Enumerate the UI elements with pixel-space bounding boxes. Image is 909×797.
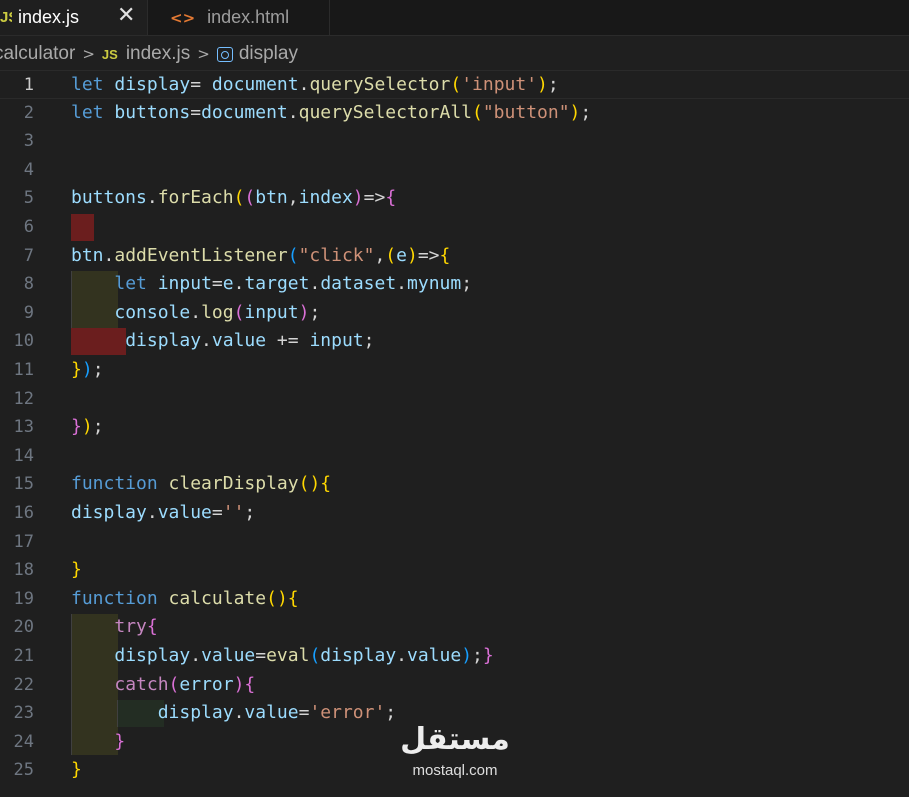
js-file-icon: JS — [0, 9, 12, 26]
tab-label: index.html — [207, 7, 290, 27]
code-text: function clearDisplay(){ — [71, 473, 332, 495]
code-text: buttons.forEach((btn,index)=>{ — [71, 187, 397, 209]
line-number: 11 — [13, 360, 34, 380]
html-file-icon: <> — [170, 8, 196, 27]
code-line[interactable]: 2 let buttons=document.querySelectorAll("… — [0, 99, 909, 128]
code-editor[interactable]: 1 let display= document.querySelector('in… — [0, 70, 909, 797]
code-text: }); — [71, 416, 104, 438]
line-number: 9 — [23, 302, 34, 323]
code-line[interactable]: 9 console.log(input); — [0, 299, 909, 328]
code-line[interactable]: 6 — [0, 213, 909, 242]
line-number: 25 — [13, 760, 34, 781]
line-number: 12 — [13, 388, 34, 409]
code-text: display.value=''; — [71, 502, 256, 523]
breadcrumb-symbol[interactable]: display — [239, 43, 298, 65]
code-line[interactable]: 17 — [0, 528, 909, 557]
code-line[interactable]: 3 — [0, 127, 909, 156]
code-line[interactable]: 16 display.value=''; — [0, 499, 909, 528]
chevron-right-icon: > — [197, 45, 210, 63]
line-number: 23 — [13, 703, 34, 724]
variable-symbol-icon — [216, 46, 233, 62]
line-number: 21 — [13, 646, 34, 666]
line-number: 6 — [23, 217, 34, 237]
code-text: function calculate(){ — [71, 587, 299, 609]
line-number: 18 — [13, 560, 34, 581]
code-text: display.value=eval(display.value);} — [114, 645, 494, 666]
tab-index-html[interactable]: <> index.html — [148, 0, 330, 35]
tab-label: index.js — [18, 7, 80, 27]
code-text: btn.addEventListener("click",(e)=>{ — [71, 244, 451, 266]
code-text: display.value += input; — [125, 330, 375, 352]
line-number: 10 — [13, 331, 34, 352]
close-icon[interactable]: ✕ — [117, 3, 135, 28]
line-number: 5 — [23, 188, 34, 209]
code-line[interactable]: 1 let display= document.querySelector('in… — [0, 70, 909, 99]
code-line[interactable]: 5 buttons.forEach((btn,index)=>{ — [0, 184, 909, 213]
code-text: console.log(input); — [114, 301, 321, 323]
watermark-logo: مستقل mostaql.com — [398, 722, 512, 782]
watermark-latin: mostaql.com — [412, 762, 498, 779]
code-line[interactable]: 14 — [0, 442, 909, 471]
code-text: } — [71, 559, 82, 581]
line-number: 16 — [13, 503, 34, 523]
line-number: 24 — [13, 731, 34, 752]
code-line[interactable]: 13}); — [0, 413, 909, 442]
code-text: try{ — [114, 616, 158, 638]
line-number: 4 — [23, 159, 34, 180]
code-text: }); — [71, 359, 104, 380]
line-number: 20 — [13, 617, 34, 638]
code-text: display.value='error'; — [157, 702, 397, 724]
watermark-arabic: مستقل — [400, 722, 510, 757]
breadcrumb: calculator > JS index.js > display — [0, 36, 909, 72]
tab-index-js[interactable]: JS index.js ✕ — [0, 0, 148, 35]
code-line[interactable]: 19 function calculate(){ — [0, 585, 909, 614]
code-text: let display= document.querySelector('inp… — [71, 74, 559, 95]
code-text: } — [71, 759, 82, 781]
code-line[interactable]: 4 — [0, 156, 909, 185]
line-number: 1 — [23, 75, 34, 95]
code-line[interactable]: 12 — [0, 385, 909, 414]
code-text: let input=e.target.dataset.mynum; — [114, 273, 473, 295]
code-line[interactable]: 22 catch(error){ — [0, 671, 909, 700]
line-number: 14 — [13, 445, 34, 466]
js-file-icon: JS — [101, 46, 118, 62]
line-number: 8 — [23, 274, 34, 295]
line-number: 15 — [13, 474, 34, 495]
code-line[interactable]: 18} — [0, 556, 909, 585]
line-number: 19 — [13, 588, 34, 609]
code-line[interactable]: 11}); — [0, 356, 909, 385]
line-number: 2 — [23, 102, 34, 123]
code-line[interactable]: 10 display.value += input; — [0, 327, 909, 356]
breadcrumb-folder[interactable]: calculator — [0, 43, 75, 65]
code-line[interactable]: 20 try{ — [0, 613, 909, 642]
code-line[interactable]: 8 let input=e.target.dataset.mynum; — [0, 270, 909, 299]
chevron-right-icon: > — [82, 45, 95, 63]
line-number: 3 — [23, 131, 34, 152]
code-text: } — [114, 730, 126, 752]
line-number: 22 — [13, 674, 34, 695]
code-text: let buttons=document.querySelectorAll("b… — [71, 101, 592, 123]
breadcrumb-file[interactable]: index.js — [126, 43, 190, 65]
code-line[interactable]: 21 display.value=eval(display.value);} — [0, 642, 909, 671]
line-number: 13 — [13, 417, 34, 438]
line-number: 17 — [13, 531, 34, 552]
code-line[interactable]: 15 function clearDisplay(){ — [0, 470, 909, 499]
editor-tab-bar: JS index.js ✕ <> index.html — [0, 0, 909, 36]
code-line[interactable]: 7 btn.addEventListener("click",(e)=>{ — [0, 242, 909, 271]
line-number: 7 — [23, 245, 34, 266]
code-text: catch(error){ — [114, 673, 256, 695]
